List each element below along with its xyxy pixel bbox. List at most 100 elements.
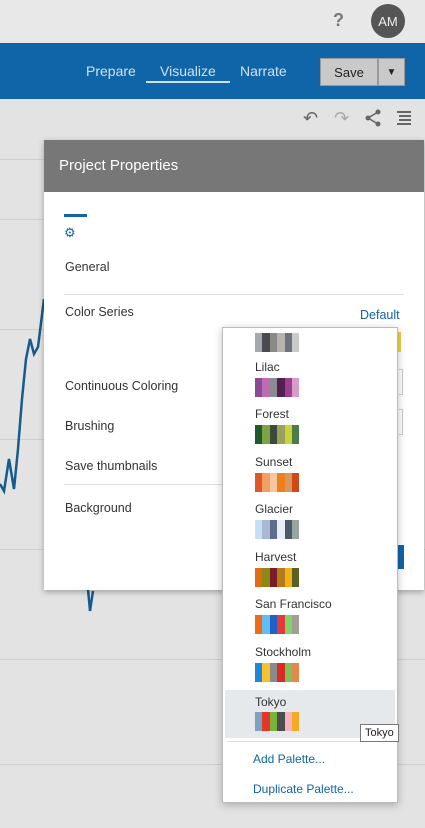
add-palette-link[interactable]: Add Palette... <box>253 752 325 766</box>
color-swatch <box>269 520 278 539</box>
color-swatch <box>291 615 300 634</box>
palette-name: Lilac <box>255 360 280 374</box>
color-swatch <box>277 568 285 587</box>
palette-swatches <box>255 425 300 444</box>
tab-narrate[interactable]: Narrate <box>240 63 287 79</box>
section-title: General <box>65 260 110 274</box>
palette-option-forest[interactable]: Forest <box>225 400 395 448</box>
color-swatch <box>277 520 285 539</box>
color-series-label: Color Series <box>65 305 134 319</box>
nav-bar: Prepare Visualize Narrate Save ▼ <box>0 43 425 99</box>
palette-option-stockholm[interactable]: Stockholm <box>225 638 395 686</box>
save-button[interactable]: Save <box>320 58 378 86</box>
palette-option[interactable] <box>225 308 395 356</box>
palette-swatches <box>255 473 300 492</box>
palette-swatches <box>255 333 300 352</box>
color-swatch <box>284 473 292 492</box>
color-swatch <box>291 473 300 492</box>
color-swatch <box>269 615 278 634</box>
tab-prepare[interactable]: Prepare <box>86 63 136 79</box>
palette-option-glacier[interactable]: Glacier <box>225 495 395 543</box>
chart-series-line <box>0 298 46 495</box>
color-swatch <box>255 378 263 397</box>
color-swatch <box>255 520 263 539</box>
color-swatch <box>284 663 292 682</box>
color-swatch <box>277 333 285 352</box>
color-swatch <box>269 425 278 444</box>
color-swatch <box>255 473 263 492</box>
palette-name: Tokyo <box>255 695 287 709</box>
color-swatch <box>291 333 300 352</box>
color-swatch <box>284 615 292 634</box>
color-swatch <box>262 378 270 397</box>
palette-swatches <box>255 663 300 682</box>
duplicate-palette-link[interactable]: Duplicate Palette... <box>253 782 354 796</box>
color-swatch <box>277 615 285 634</box>
brushing-field[interactable] <box>399 409 403 435</box>
color-swatch <box>291 378 300 397</box>
palette-swatches <box>255 378 300 397</box>
color-swatch <box>255 615 263 634</box>
color-swatch <box>262 568 270 587</box>
palette-name: Sunset <box>255 455 293 469</box>
color-swatch <box>262 663 270 682</box>
color-swatch <box>255 425 263 444</box>
dialog-title: Project Properties <box>44 140 424 192</box>
save-thumbnails-label: Save thumbnails <box>65 459 158 473</box>
menu-icon[interactable] <box>397 110 413 126</box>
undo-icon[interactable]: ↶ <box>303 108 318 129</box>
share-icon[interactable] <box>364 109 382 127</box>
tab-visualize[interactable]: Visualize <box>146 63 230 83</box>
color-swatch <box>284 520 292 539</box>
color-swatch <box>269 568 278 587</box>
brushing-label: Brushing <box>65 419 115 433</box>
background-label: Background <box>65 501 132 515</box>
palette-swatches <box>255 568 300 587</box>
color-swatch <box>262 333 270 352</box>
palette-name: Harvest <box>255 550 297 564</box>
color-swatch <box>291 520 300 539</box>
chevron-down-icon: ▼ <box>386 66 397 78</box>
general-tab[interactable]: ⚙ <box>64 214 87 241</box>
palette-option-lilac[interactable]: Lilac <box>225 353 395 401</box>
color-swatch <box>262 520 270 539</box>
color-swatch <box>277 378 285 397</box>
help-icon[interactable]: ? <box>333 10 344 31</box>
palette-swatches <box>255 615 300 634</box>
palette-swatches <box>255 712 300 731</box>
color-swatch <box>262 615 270 634</box>
color-swatch <box>255 663 263 682</box>
palette-name: San Francisco <box>255 597 332 611</box>
color-swatch <box>284 425 292 444</box>
color-swatch <box>262 473 270 492</box>
color-swatch <box>277 425 285 444</box>
tooltip: Tokyo <box>360 724 399 742</box>
divider <box>64 294 404 295</box>
color-swatch <box>291 663 300 682</box>
redo-icon[interactable]: ↷ <box>334 108 349 129</box>
color-swatch <box>269 712 278 731</box>
chart-series-line <box>86 588 95 612</box>
color-swatch <box>255 333 263 352</box>
color-swatch <box>269 473 278 492</box>
save-dropdown-button[interactable]: ▼ <box>378 58 405 86</box>
continuous-coloring-label: Continuous Coloring <box>65 379 179 393</box>
palette-name: Forest <box>255 407 290 421</box>
palette-name: Glacier <box>255 502 294 516</box>
color-swatch <box>269 378 278 397</box>
palette-option-san-francisco[interactable]: San Francisco <box>225 590 395 638</box>
palette-option-harvest[interactable]: Harvest <box>225 543 395 591</box>
color-swatch <box>284 712 292 731</box>
palette-name: Stockholm <box>255 645 312 659</box>
continuous-coloring-field[interactable] <box>399 369 403 395</box>
palette-option-sunset[interactable]: Sunset <box>225 448 395 496</box>
divider <box>64 484 224 485</box>
avatar[interactable]: AM <box>371 4 405 38</box>
color-series-swatch <box>398 332 401 352</box>
color-swatch <box>277 473 285 492</box>
color-swatch <box>269 333 278 352</box>
gears-icon: ⚙ <box>64 225 76 240</box>
color-swatch <box>284 378 292 397</box>
color-swatch <box>269 663 278 682</box>
color-swatch <box>277 712 285 731</box>
